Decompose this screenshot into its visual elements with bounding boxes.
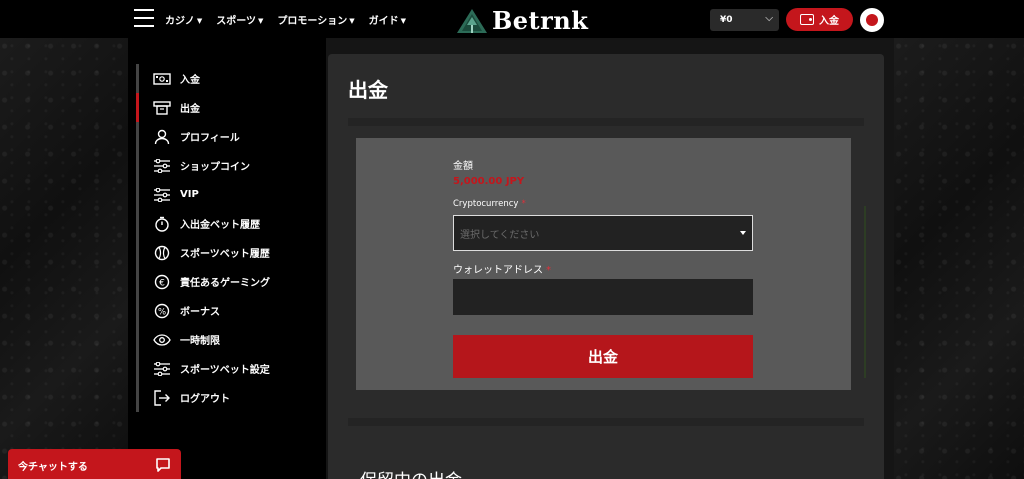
- sidebar-item-responsible-gaming[interactable]: € 責任あるゲーミング: [136, 267, 270, 296]
- sidebar-item-label: スポーツベット履歴: [180, 249, 270, 260]
- sidebar-item-withdraw[interactable]: 出金: [136, 93, 270, 122]
- account-sidebar: 入金 出金 プロフィール ショップコイン VIP 入出金ベット履歴 スポーツベッ…: [128, 38, 326, 479]
- sidebar-item-label: 入出金ベット履歴: [180, 220, 260, 231]
- caret-down-icon: ▼: [400, 17, 406, 25]
- nav-sports[interactable]: スポーツ ▼: [216, 12, 263, 27]
- sidebar-item-label: 責任あるゲーミング: [180, 278, 270, 289]
- header-deposit-label: 入金: [819, 16, 839, 27]
- nav-promotions-label: プロモーション: [277, 16, 348, 27]
- page-title: 出金: [348, 78, 388, 102]
- caret-down-icon: ▼: [258, 17, 264, 25]
- user-icon: [152, 129, 172, 145]
- sidebar-item-deposit[interactable]: 入金: [136, 64, 270, 93]
- sidebar-item-sportsbet-settings[interactable]: スポーツベット設定: [136, 354, 270, 383]
- caret-down-icon: ▼: [196, 17, 203, 25]
- cryptocurrency-label: Cryptocurrency *: [453, 199, 526, 209]
- svg-text:%: %: [158, 307, 166, 317]
- sidebar-item-label: スポーツベット設定: [180, 365, 270, 376]
- sidebar-item-temporary-restriction[interactable]: 一時制限: [136, 325, 270, 354]
- hamburger-menu-icon[interactable]: [134, 9, 154, 27]
- nav-casino-label: カジノ: [165, 16, 195, 27]
- withdraw-form: 金額 5,000.00 JPY Cryptocurrency * 選択してください…: [356, 138, 851, 390]
- sidebar-item-shop-coin[interactable]: ショップコイン: [136, 151, 270, 180]
- sidebar-item-transaction-history[interactable]: 入出金ベット履歴: [136, 209, 270, 238]
- chevron-down-icon: ⌵: [765, 13, 773, 24]
- amount-label: 金額: [453, 161, 473, 172]
- sidebar-item-label: ショップコイン: [180, 162, 250, 173]
- cryptocurrency-select[interactable]: 選択してください: [453, 215, 753, 251]
- nav-casino[interactable]: カジノ ▼: [165, 12, 202, 27]
- sliders-icon: [152, 158, 172, 174]
- header-deposit-button[interactable]: 入金: [786, 8, 853, 31]
- chat-bubble-icon: [156, 458, 170, 472]
- logout-icon: [152, 389, 172, 406]
- sidebar-item-bonus[interactable]: % ボーナス: [136, 296, 270, 325]
- withdraw-submit-label: 出金: [587, 348, 618, 366]
- scroll-indicator: [864, 206, 866, 378]
- japan-flag-icon[interactable]: [860, 8, 884, 32]
- nav-guide-label: ガイド: [368, 16, 399, 27]
- logo-text: Betrnk: [492, 6, 589, 35]
- nav-promotions[interactable]: プロモーション ▼: [277, 12, 354, 27]
- sidebar-item-label: 一時制限: [180, 336, 220, 347]
- sidebar-item-profile[interactable]: プロフィール: [136, 122, 270, 151]
- caret-down-icon: ▼: [349, 17, 355, 25]
- cash-icon: [152, 71, 172, 87]
- svg-text:€: €: [159, 278, 165, 288]
- balance-dropdown[interactable]: ¥0 ⌵: [710, 9, 779, 31]
- wallet-address-label-text: ウォレットアドレス: [453, 265, 543, 276]
- nav-guide[interactable]: ガイド ▼: [369, 12, 406, 27]
- dropdown-arrow-icon: [740, 231, 746, 235]
- site-logo[interactable]: Betrnk: [456, 6, 588, 35]
- wallet-address-input[interactable]: [453, 279, 753, 315]
- withdraw-panel: 出金 金額 5,000.00 JPY Cryptocurrency * 選択してく…: [328, 54, 884, 479]
- timer-icon: [152, 216, 172, 232]
- sliders-icon: [152, 361, 172, 377]
- background-left: [0, 38, 128, 479]
- tree-logo-icon: [457, 8, 487, 33]
- amount-value: 5,000.00 JPY: [453, 176, 525, 187]
- live-chat-label: 今チャットする: [18, 461, 88, 473]
- sidebar-menu: 入金 出金 プロフィール ショップコイン VIP 入出金ベット履歴 スポーツベッ…: [136, 64, 270, 412]
- sliders-icon: [152, 187, 172, 203]
- required-mark: *: [546, 265, 551, 276]
- top-header: カジノ ▼ スポーツ ▼ プロモーション ▼ ガイド ▼ Betrnk ¥0 ⌵ 入金: [0, 0, 1024, 38]
- pending-withdrawals-title: 保留中の出金: [360, 466, 462, 479]
- wallet-address-label: ウォレットアドレス *: [453, 261, 551, 276]
- balance-value: ¥0: [720, 15, 733, 25]
- sidebar-item-label: VIP: [180, 189, 199, 200]
- sidebar-item-label: ログアウト: [180, 394, 230, 405]
- nav-sports-label: スポーツ: [216, 16, 257, 27]
- sidebar-item-label: プロフィール: [180, 133, 240, 144]
- sidebar-item-label: 出金: [180, 104, 200, 115]
- required-mark: *: [521, 199, 526, 209]
- sidebar-item-logout[interactable]: ログアウト: [136, 383, 270, 412]
- background-right: [894, 38, 1024, 479]
- cryptocurrency-select-placeholder: 選択してください: [460, 229, 540, 241]
- divider: [348, 118, 864, 126]
- euro-coin-icon: €: [152, 274, 172, 290]
- live-chat-button[interactable]: 今チャットする: [8, 449, 181, 479]
- atm-icon: [152, 100, 172, 116]
- main-nav: カジノ ▼ スポーツ ▼ プロモーション ▼ ガイド ▼: [165, 12, 406, 27]
- sidebar-item-label: ボーナス: [180, 307, 220, 318]
- sidebar-item-label: 入金: [180, 75, 200, 86]
- cryptocurrency-label-text: Cryptocurrency: [453, 199, 519, 209]
- sidebar-item-sportsbet-history[interactable]: スポーツベット履歴: [136, 238, 270, 267]
- ball-icon: [152, 245, 172, 261]
- sidebar-item-vip[interactable]: VIP: [136, 180, 270, 209]
- percent-icon: %: [152, 303, 172, 319]
- eye-icon: [152, 332, 172, 348]
- wallet-icon: [800, 14, 814, 25]
- divider: [348, 418, 864, 426]
- withdraw-submit-button[interactable]: 出金: [453, 335, 753, 378]
